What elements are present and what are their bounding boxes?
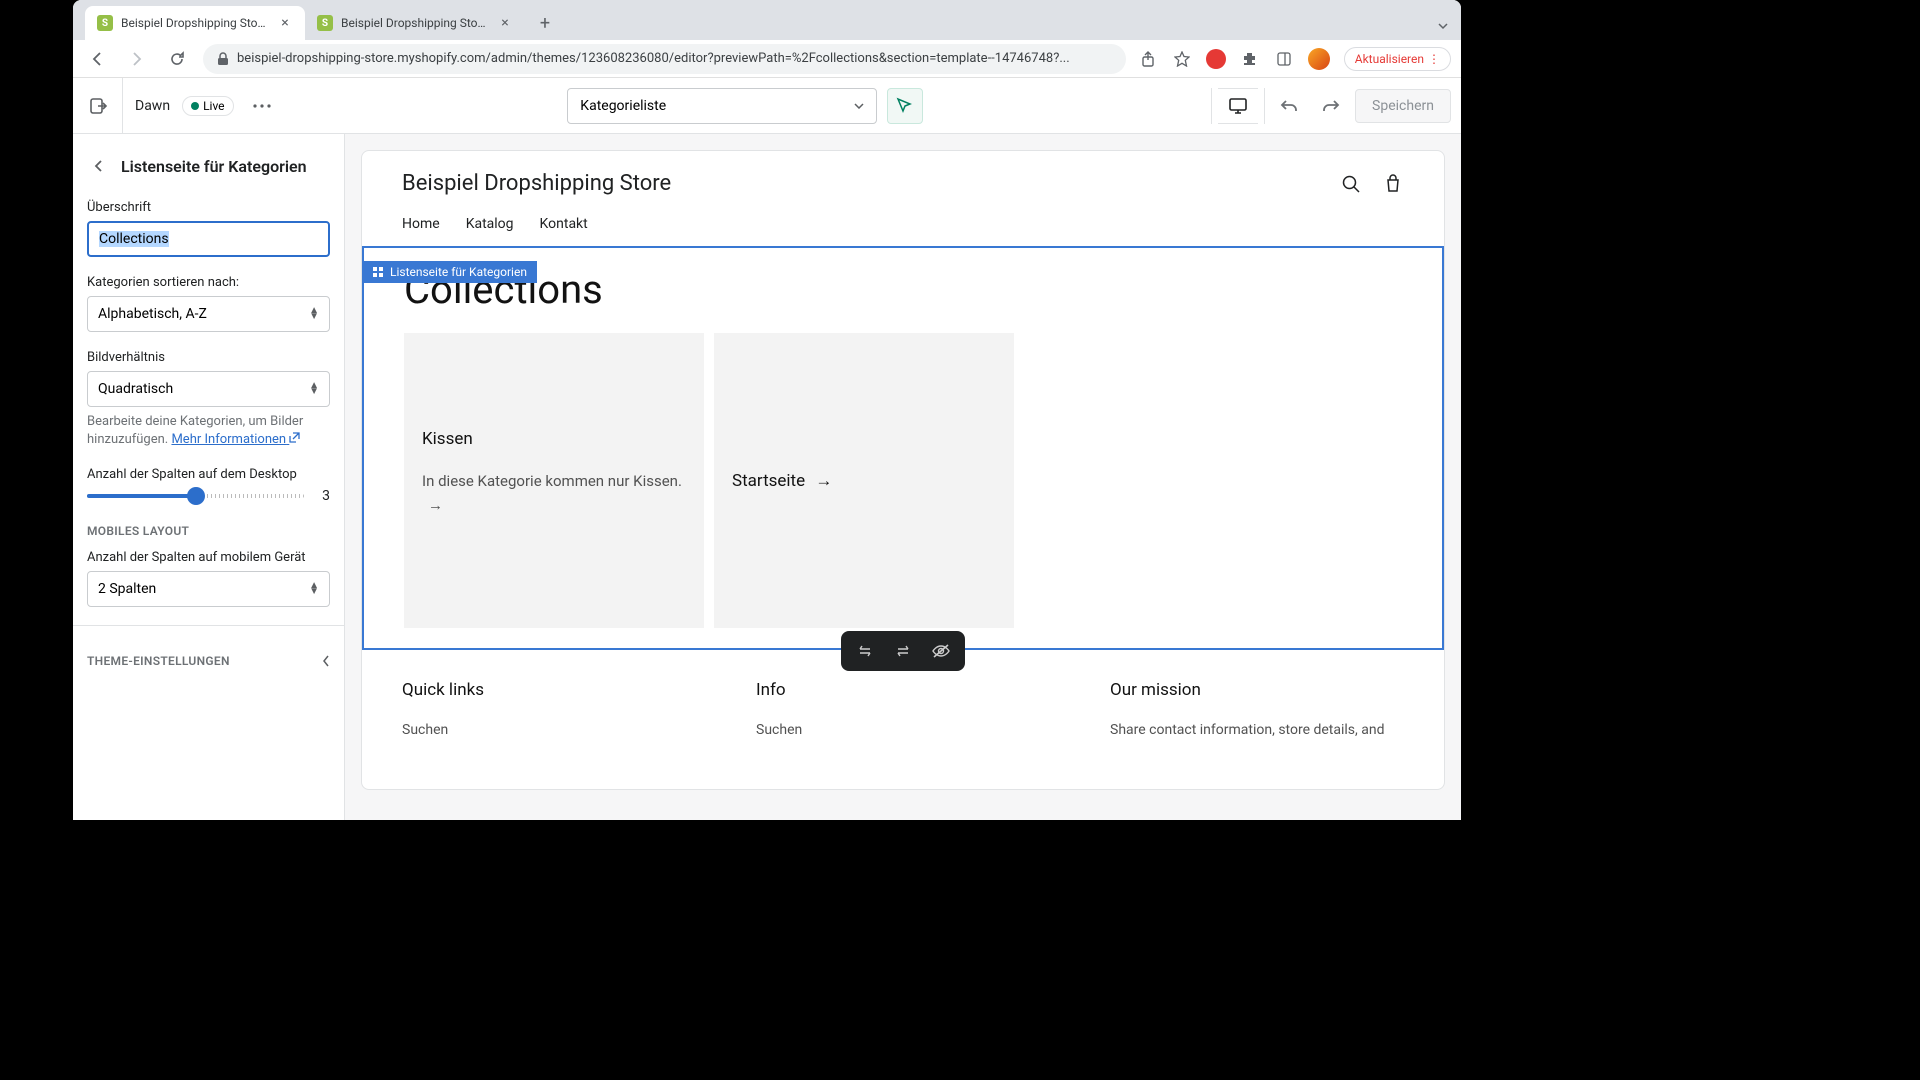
card-title: Startseite → <box>732 471 996 491</box>
search-icon[interactable] <box>1340 173 1362 195</box>
hide-section-button[interactable] <box>931 641 951 661</box>
more-info-link[interactable]: Mehr Informationen <box>171 432 300 447</box>
live-badge: Live <box>182 96 233 116</box>
share-icon[interactable] <box>1138 49 1158 69</box>
more-button[interactable] <box>244 88 280 124</box>
mobile-section-head: MOBILES LAYOUT <box>87 524 330 538</box>
arrow-right-icon: → <box>428 496 443 514</box>
card-title: Kissen <box>422 429 686 449</box>
exit-editor-button[interactable] <box>73 78 123 133</box>
ratio-label: Bildverhältnis <box>87 350 330 365</box>
tab-title: Beispiel Dropshipping Store · D <box>121 16 269 30</box>
nav-catalog[interactable]: Katalog <box>466 216 514 232</box>
footer-link[interactable]: Suchen <box>402 722 696 738</box>
close-icon[interactable]: × <box>277 15 293 31</box>
update-button[interactable]: Aktualisieren ⋮ <box>1344 47 1451 71</box>
theme-preview: Beispiel Dropshipping Store Home Katalog… <box>361 150 1445 790</box>
save-button[interactable]: Speichern <box>1355 89 1451 123</box>
theme-settings-toggle[interactable]: THEME-EINSTELLUNGEN <box>87 644 330 678</box>
sort-label: Kategorien sortieren nach: <box>87 275 330 290</box>
settings-sidebar: Listenseite für Kategorien Überschrift C… <box>73 134 345 820</box>
section-toolbar <box>841 631 965 671</box>
sidebar-title: Listenseite für Kategorien <box>121 157 307 176</box>
section-icon <box>372 266 384 278</box>
footer-text: Share contact information, store details… <box>1110 722 1404 738</box>
select-caret-icon: ▲▼ <box>309 308 319 320</box>
store-name: Beispiel Dropshipping Store <box>402 171 1340 196</box>
collection-card[interactable]: Kissen In diese Kategorie kommen nur Kis… <box>404 333 704 628</box>
browser-tab[interactable]: S Beispiel Dropshipping Store · E × <box>305 6 525 40</box>
collection-card[interactable]: Startseite → <box>714 333 1014 628</box>
redo-button[interactable] <box>1313 88 1349 124</box>
desktop-cols-label: Anzahl der Spalten auf dem Desktop <box>87 467 330 482</box>
avatar[interactable] <box>1308 48 1330 70</box>
section-label[interactable]: Listenseite für Kategorien <box>362 261 537 283</box>
panel-icon[interactable] <box>1274 49 1294 69</box>
shopify-favicon: S <box>97 15 113 31</box>
browser-tabbar: S Beispiel Dropshipping Store · D × S Be… <box>73 0 1461 40</box>
url-text: beispiel-dropshipping-store.myshopify.co… <box>237 51 1070 66</box>
selected-section[interactable]: Collections Kissen In diese Kategorie ko… <box>362 246 1444 650</box>
undo-button[interactable] <box>1271 88 1307 124</box>
back-button[interactable] <box>83 45 111 73</box>
page-heading: Collections <box>404 266 1402 313</box>
heading-input[interactable]: Collections <box>87 221 330 257</box>
sort-select[interactable]: Alphabetisch, A-Z ▲▼ <box>87 296 330 332</box>
browser-tab[interactable]: S Beispiel Dropshipping Store · D × <box>85 6 305 40</box>
shopify-favicon: S <box>317 15 333 31</box>
nav-home[interactable]: Home <box>402 216 440 232</box>
reload-button[interactable] <box>163 45 191 73</box>
kebab-icon: ⋮ <box>1428 52 1440 66</box>
tab-title: Beispiel Dropshipping Store · E <box>341 16 489 30</box>
select-caret-icon: ▲▼ <box>309 383 319 395</box>
browser-toolbar: beispiel-dropshipping-store.myshopify.co… <box>73 40 1461 78</box>
mobile-cols-select[interactable]: 2 Spalten ▲▼ <box>87 571 330 607</box>
lock-icon <box>217 52 229 66</box>
close-icon[interactable]: × <box>497 15 513 31</box>
inspector-button[interactable] <box>887 88 923 124</box>
select-caret-icon: ▲▼ <box>309 583 319 595</box>
move-down-button[interactable] <box>893 641 913 661</box>
card-description: In diese Kategorie kommen nur Kissen. → <box>422 469 686 517</box>
extension-icon[interactable] <box>1206 49 1226 69</box>
address-bar[interactable]: beispiel-dropshipping-store.myshopify.co… <box>203 44 1126 74</box>
slider-value: 3 <box>316 488 330 504</box>
editor-topbar: Dawn Live Kategorieliste <box>73 78 1461 134</box>
footer-heading: Quick links <box>402 680 696 700</box>
move-up-button[interactable] <box>855 641 875 661</box>
ratio-select[interactable]: Quadratisch ▲▼ <box>87 371 330 407</box>
theme-name: Dawn <box>123 98 182 114</box>
mobile-cols-label: Anzahl der Spalten auf mobilem Gerät <box>87 550 330 565</box>
back-button[interactable] <box>87 154 111 178</box>
forward-button[interactable] <box>123 45 151 73</box>
desktop-cols-slider[interactable] <box>87 494 304 498</box>
chevron-left-icon <box>322 655 330 667</box>
heading-label: Überschrift <box>87 200 330 215</box>
nav-contact[interactable]: Kontakt <box>540 216 588 232</box>
desktop-preview-button[interactable] <box>1218 88 1258 124</box>
footer-heading: Our mission <box>1110 680 1404 700</box>
arrow-right-icon: → <box>815 471 832 491</box>
tabs-dropdown-icon[interactable] <box>1437 20 1449 32</box>
extensions-icon[interactable] <box>1240 49 1260 69</box>
footer-heading: Info <box>756 680 1050 700</box>
footer-link[interactable]: Suchen <box>756 722 1050 738</box>
chevron-down-icon <box>854 103 864 109</box>
cart-icon[interactable] <box>1382 173 1404 195</box>
star-icon[interactable] <box>1172 49 1192 69</box>
status-dot-icon <box>191 102 199 110</box>
ratio-help-text: Bearbeite deine Kategorien, um Bilder hi… <box>87 413 330 449</box>
new-tab-button[interactable]: + <box>531 9 559 37</box>
page-selector[interactable]: Kategorieliste <box>567 88 877 124</box>
